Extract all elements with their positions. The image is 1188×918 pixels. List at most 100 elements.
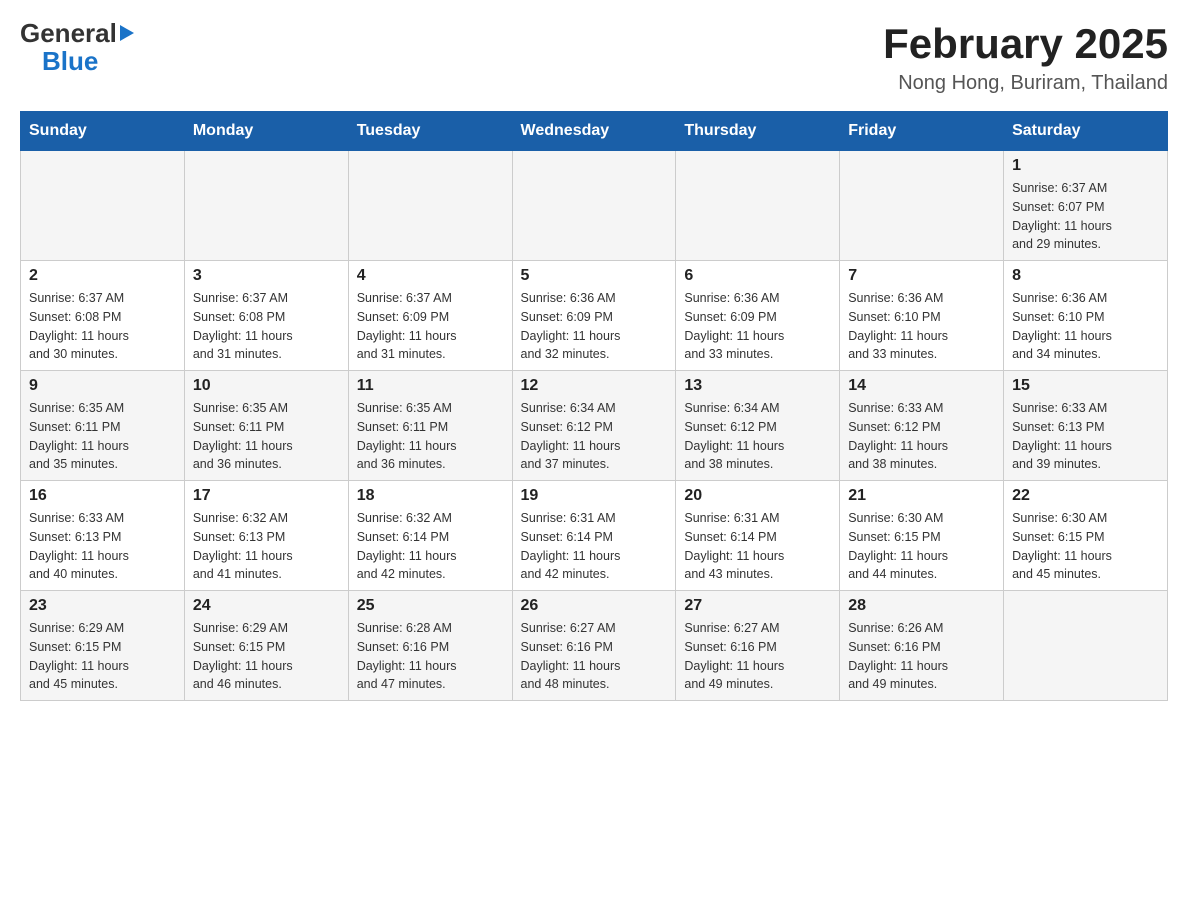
calendar-day-cell: 21 Sunrise: 6:30 AMSunset: 6:15 PMDayligh… [840, 481, 1004, 591]
day-info: Sunrise: 6:34 AMSunset: 6:12 PMDaylight:… [684, 399, 831, 474]
calendar-day-cell: 24 Sunrise: 6:29 AMSunset: 6:15 PMDayligh… [184, 591, 348, 701]
calendar-table: Sunday Monday Tuesday Wednesday Thursday… [20, 111, 1168, 701]
calendar-day-cell: 8Sunrise: 6:36 AMSunset: 6:10 PMDaylight… [1004, 261, 1168, 371]
day-info: Sunrise: 6:35 AMSunset: 6:11 PMDaylight:… [193, 399, 340, 474]
calendar-day-cell: 15Sunrise: 6:33 AMSunset: 6:13 PMDayligh… [1004, 371, 1168, 481]
day-number: 14 [848, 377, 995, 395]
calendar-day-cell: 13 Sunrise: 6:34 AMSunset: 6:12 PMDayligh… [676, 371, 840, 481]
calendar-day-cell: 17 Sunrise: 6:32 AMSunset: 6:13 PMDayligh… [184, 481, 348, 591]
day-number: 9 [29, 377, 176, 395]
day-number: 4 [357, 267, 504, 285]
calendar-day-cell: 3 Sunrise: 6:37 AMSunset: 6:08 PMDaylight… [184, 261, 348, 371]
day-number: 2 [29, 267, 176, 285]
day-number: 27 [684, 597, 831, 615]
calendar-header: Sunday Monday Tuesday Wednesday Thursday… [21, 112, 1168, 151]
calendar-day-cell: 25 Sunrise: 6:28 AMSunset: 6:16 PMDayligh… [348, 591, 512, 701]
calendar-week-row: 23 Sunrise: 6:29 AMSunset: 6:15 PMDayligh… [21, 591, 1168, 701]
calendar-day-cell: 19Sunrise: 6:31 AMSunset: 6:14 PMDayligh… [512, 481, 676, 591]
day-info: Sunrise: 6:27 AMSunset: 6:16 PMDaylight:… [684, 619, 831, 694]
day-number: 20 [684, 487, 831, 505]
calendar-day-cell: 1 Sunrise: 6:37 AMSunset: 6:07 PMDaylight… [1004, 151, 1168, 261]
day-number: 17 [193, 487, 340, 505]
calendar-day-cell: 5Sunrise: 6:36 AMSunset: 6:09 PMDaylight… [512, 261, 676, 371]
header-saturday: Saturday [1004, 112, 1168, 151]
day-info: Sunrise: 6:37 AMSunset: 6:07 PMDaylight:… [1012, 179, 1159, 254]
day-info: Sunrise: 6:33 AMSunset: 6:12 PMDaylight:… [848, 399, 995, 474]
calendar-day-cell: 11Sunrise: 6:35 AMSunset: 6:11 PMDayligh… [348, 371, 512, 481]
logo-blue-text: Blue [20, 46, 98, 77]
header-tuesday: Tuesday [348, 112, 512, 151]
day-info: Sunrise: 6:27 AMSunset: 6:16 PMDaylight:… [521, 619, 668, 694]
calendar-day-cell: 14 Sunrise: 6:33 AMSunset: 6:12 PMDayligh… [840, 371, 1004, 481]
header-thursday: Thursday [676, 112, 840, 151]
day-info: Sunrise: 6:31 AMSunset: 6:14 PMDaylight:… [521, 509, 668, 584]
day-number: 25 [357, 597, 504, 615]
day-info: Sunrise: 6:32 AMSunset: 6:14 PMDaylight:… [357, 509, 504, 584]
day-number: 24 [193, 597, 340, 615]
day-number: 10 [193, 377, 340, 395]
day-info: Sunrise: 6:26 AMSunset: 6:16 PMDaylight:… [848, 619, 995, 694]
header-monday: Monday [184, 112, 348, 151]
day-info: Sunrise: 6:36 AMSunset: 6:09 PMDaylight:… [684, 289, 831, 364]
calendar-week-row: 9 Sunrise: 6:35 AMSunset: 6:11 PMDaylight… [21, 371, 1168, 481]
day-info: Sunrise: 6:28 AMSunset: 6:16 PMDaylight:… [357, 619, 504, 694]
day-info: Sunrise: 6:30 AMSunset: 6:15 PMDaylight:… [848, 509, 995, 584]
day-info: Sunrise: 6:29 AMSunset: 6:15 PMDaylight:… [29, 619, 176, 694]
calendar-day-cell: 23 Sunrise: 6:29 AMSunset: 6:15 PMDayligh… [21, 591, 185, 701]
day-number: 23 [29, 597, 176, 615]
day-number: 7 [848, 267, 995, 285]
weekday-header-row: Sunday Monday Tuesday Wednesday Thursday… [21, 112, 1168, 151]
calendar-day-cell [1004, 591, 1168, 701]
calendar-day-cell [512, 151, 676, 261]
day-info: Sunrise: 6:30 AMSunset: 6:15 PMDaylight:… [1012, 509, 1159, 584]
day-number: 6 [684, 267, 831, 285]
day-info: Sunrise: 6:37 AMSunset: 6:08 PMDaylight:… [29, 289, 176, 364]
calendar-week-row: 1 Sunrise: 6:37 AMSunset: 6:07 PMDaylight… [21, 151, 1168, 261]
calendar-week-row: 2 Sunrise: 6:37 AMSunset: 6:08 PMDaylight… [21, 261, 1168, 371]
calendar-day-cell: 9 Sunrise: 6:35 AMSunset: 6:11 PMDaylight… [21, 371, 185, 481]
day-number: 1 [1012, 157, 1159, 175]
day-number: 3 [193, 267, 340, 285]
header-friday: Friday [840, 112, 1004, 151]
calendar-week-row: 16 Sunrise: 6:33 AMSunset: 6:13 PMDayligh… [21, 481, 1168, 591]
calendar-day-cell: 4 Sunrise: 6:37 AMSunset: 6:09 PMDaylight… [348, 261, 512, 371]
day-info: Sunrise: 6:36 AMSunset: 6:10 PMDaylight:… [848, 289, 995, 364]
calendar-day-cell: 20 Sunrise: 6:31 AMSunset: 6:14 PMDayligh… [676, 481, 840, 591]
calendar-subtitle: Nong Hong, Buriram, Thailand [883, 72, 1168, 95]
day-info: Sunrise: 6:35 AMSunset: 6:11 PMDaylight:… [29, 399, 176, 474]
header-sunday: Sunday [21, 112, 185, 151]
day-info: Sunrise: 6:37 AMSunset: 6:08 PMDaylight:… [193, 289, 340, 364]
day-info: Sunrise: 6:37 AMSunset: 6:09 PMDaylight:… [357, 289, 504, 364]
calendar-day-cell: 7 Sunrise: 6:36 AMSunset: 6:10 PMDaylight… [840, 261, 1004, 371]
day-number: 26 [521, 597, 668, 615]
day-info: Sunrise: 6:34 AMSunset: 6:12 PMDaylight:… [521, 399, 668, 474]
day-info: Sunrise: 6:32 AMSunset: 6:13 PMDaylight:… [193, 509, 340, 584]
day-number: 18 [357, 487, 504, 505]
calendar-body: 1 Sunrise: 6:37 AMSunset: 6:07 PMDaylight… [21, 151, 1168, 701]
calendar-day-cell [348, 151, 512, 261]
logo-general-text: General [20, 20, 117, 46]
calendar-day-cell: 10 Sunrise: 6:35 AMSunset: 6:11 PMDayligh… [184, 371, 348, 481]
day-number: 5 [521, 267, 668, 285]
day-number: 22 [1012, 487, 1159, 505]
title-block: February 2025 Nong Hong, Buriram, Thaila… [883, 20, 1168, 95]
calendar-day-cell: 12 Sunrise: 6:34 AMSunset: 6:12 PMDayligh… [512, 371, 676, 481]
calendar-day-cell: 26 Sunrise: 6:27 AMSunset: 6:16 PMDayligh… [512, 591, 676, 701]
calendar-day-cell: 2 Sunrise: 6:37 AMSunset: 6:08 PMDaylight… [21, 261, 185, 371]
calendar-day-cell: 6 Sunrise: 6:36 AMSunset: 6:09 PMDaylight… [676, 261, 840, 371]
day-number: 15 [1012, 377, 1159, 395]
day-number: 8 [1012, 267, 1159, 285]
calendar-day-cell: 22 Sunrise: 6:30 AMSunset: 6:15 PMDayligh… [1004, 481, 1168, 591]
day-number: 12 [521, 377, 668, 395]
day-number: 21 [848, 487, 995, 505]
calendar-title: February 2025 [883, 20, 1168, 68]
day-number: 13 [684, 377, 831, 395]
logo-triangle-icon [120, 25, 134, 41]
calendar-day-cell: 27 Sunrise: 6:27 AMSunset: 6:16 PMDayligh… [676, 591, 840, 701]
calendar-day-cell: 18 Sunrise: 6:32 AMSunset: 6:14 PMDayligh… [348, 481, 512, 591]
day-info: Sunrise: 6:33 AMSunset: 6:13 PMDaylight:… [29, 509, 176, 584]
day-info: Sunrise: 6:29 AMSunset: 6:15 PMDaylight:… [193, 619, 340, 694]
day-number: 16 [29, 487, 176, 505]
day-info: Sunrise: 6:31 AMSunset: 6:14 PMDaylight:… [684, 509, 831, 584]
page-header: General Blue February 2025 Nong Hong, Bu… [20, 20, 1168, 95]
